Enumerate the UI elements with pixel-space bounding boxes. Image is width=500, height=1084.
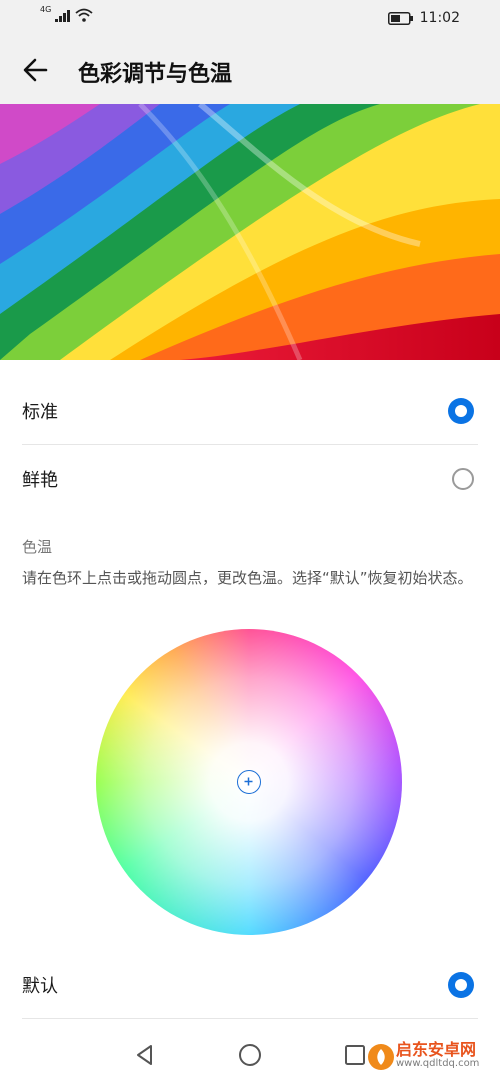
- preset-option-default[interactable]: 默认: [22, 952, 478, 1018]
- nav-back-icon: [137, 1045, 152, 1065]
- mode-option-vivid[interactable]: 鲜艳: [22, 446, 478, 512]
- status-bar: 4G 11:02: [0, 0, 500, 36]
- wifi-icon: [75, 8, 93, 22]
- watermark-logo-icon: [368, 1044, 394, 1070]
- status-left: 4G: [40, 5, 93, 22]
- status-right: 11:02: [387, 10, 460, 26]
- radio-unselected[interactable]: [452, 468, 474, 490]
- app-bar: 色彩调节与色温: [0, 36, 500, 104]
- battery-icon: [387, 11, 413, 25]
- signal-icon: [55, 10, 71, 22]
- status-time: 11:02: [419, 10, 460, 26]
- color-temperature-description: 请在色环上点击或拖动圆点，更改色温。选择“默认”恢复初始状态。: [22, 569, 473, 587]
- color-temperature-wheel[interactable]: [96, 629, 402, 935]
- color-temperature-section-label: 色温: [22, 538, 53, 556]
- nav-recents-button[interactable]: [342, 1042, 368, 1068]
- watermark-url: www.qdltdq.com: [396, 1058, 480, 1069]
- plus-icon: [244, 777, 253, 786]
- network-type: 4G: [40, 5, 52, 14]
- nav-recents-icon: [345, 1045, 365, 1065]
- color-wheel-handle[interactable]: [237, 770, 261, 794]
- nav-back-button[interactable]: [132, 1042, 158, 1068]
- mode-option-standard[interactable]: 标准: [22, 378, 478, 444]
- nav-home-icon: [239, 1044, 261, 1066]
- divider: [22, 444, 478, 445]
- divider: [22, 1018, 478, 1019]
- mode-option-label: 标准: [22, 402, 58, 423]
- preset-option-label: 默认: [22, 976, 58, 997]
- radio-selected[interactable]: [448, 398, 474, 424]
- rainbow-banner-image: [0, 104, 500, 360]
- back-button[interactable]: [18, 52, 58, 88]
- nav-home-button[interactable]: [237, 1042, 263, 1068]
- watermark-text: 启东安卓网: [396, 1040, 477, 1059]
- radio-selected[interactable]: [448, 972, 474, 998]
- site-watermark: 启东安卓网 www.qdltdq.com: [366, 1034, 490, 1080]
- mode-option-label: 鲜艳: [22, 470, 58, 491]
- back-arrow-icon: [23, 58, 48, 82]
- page-title: 色彩调节与色温: [78, 62, 233, 87]
